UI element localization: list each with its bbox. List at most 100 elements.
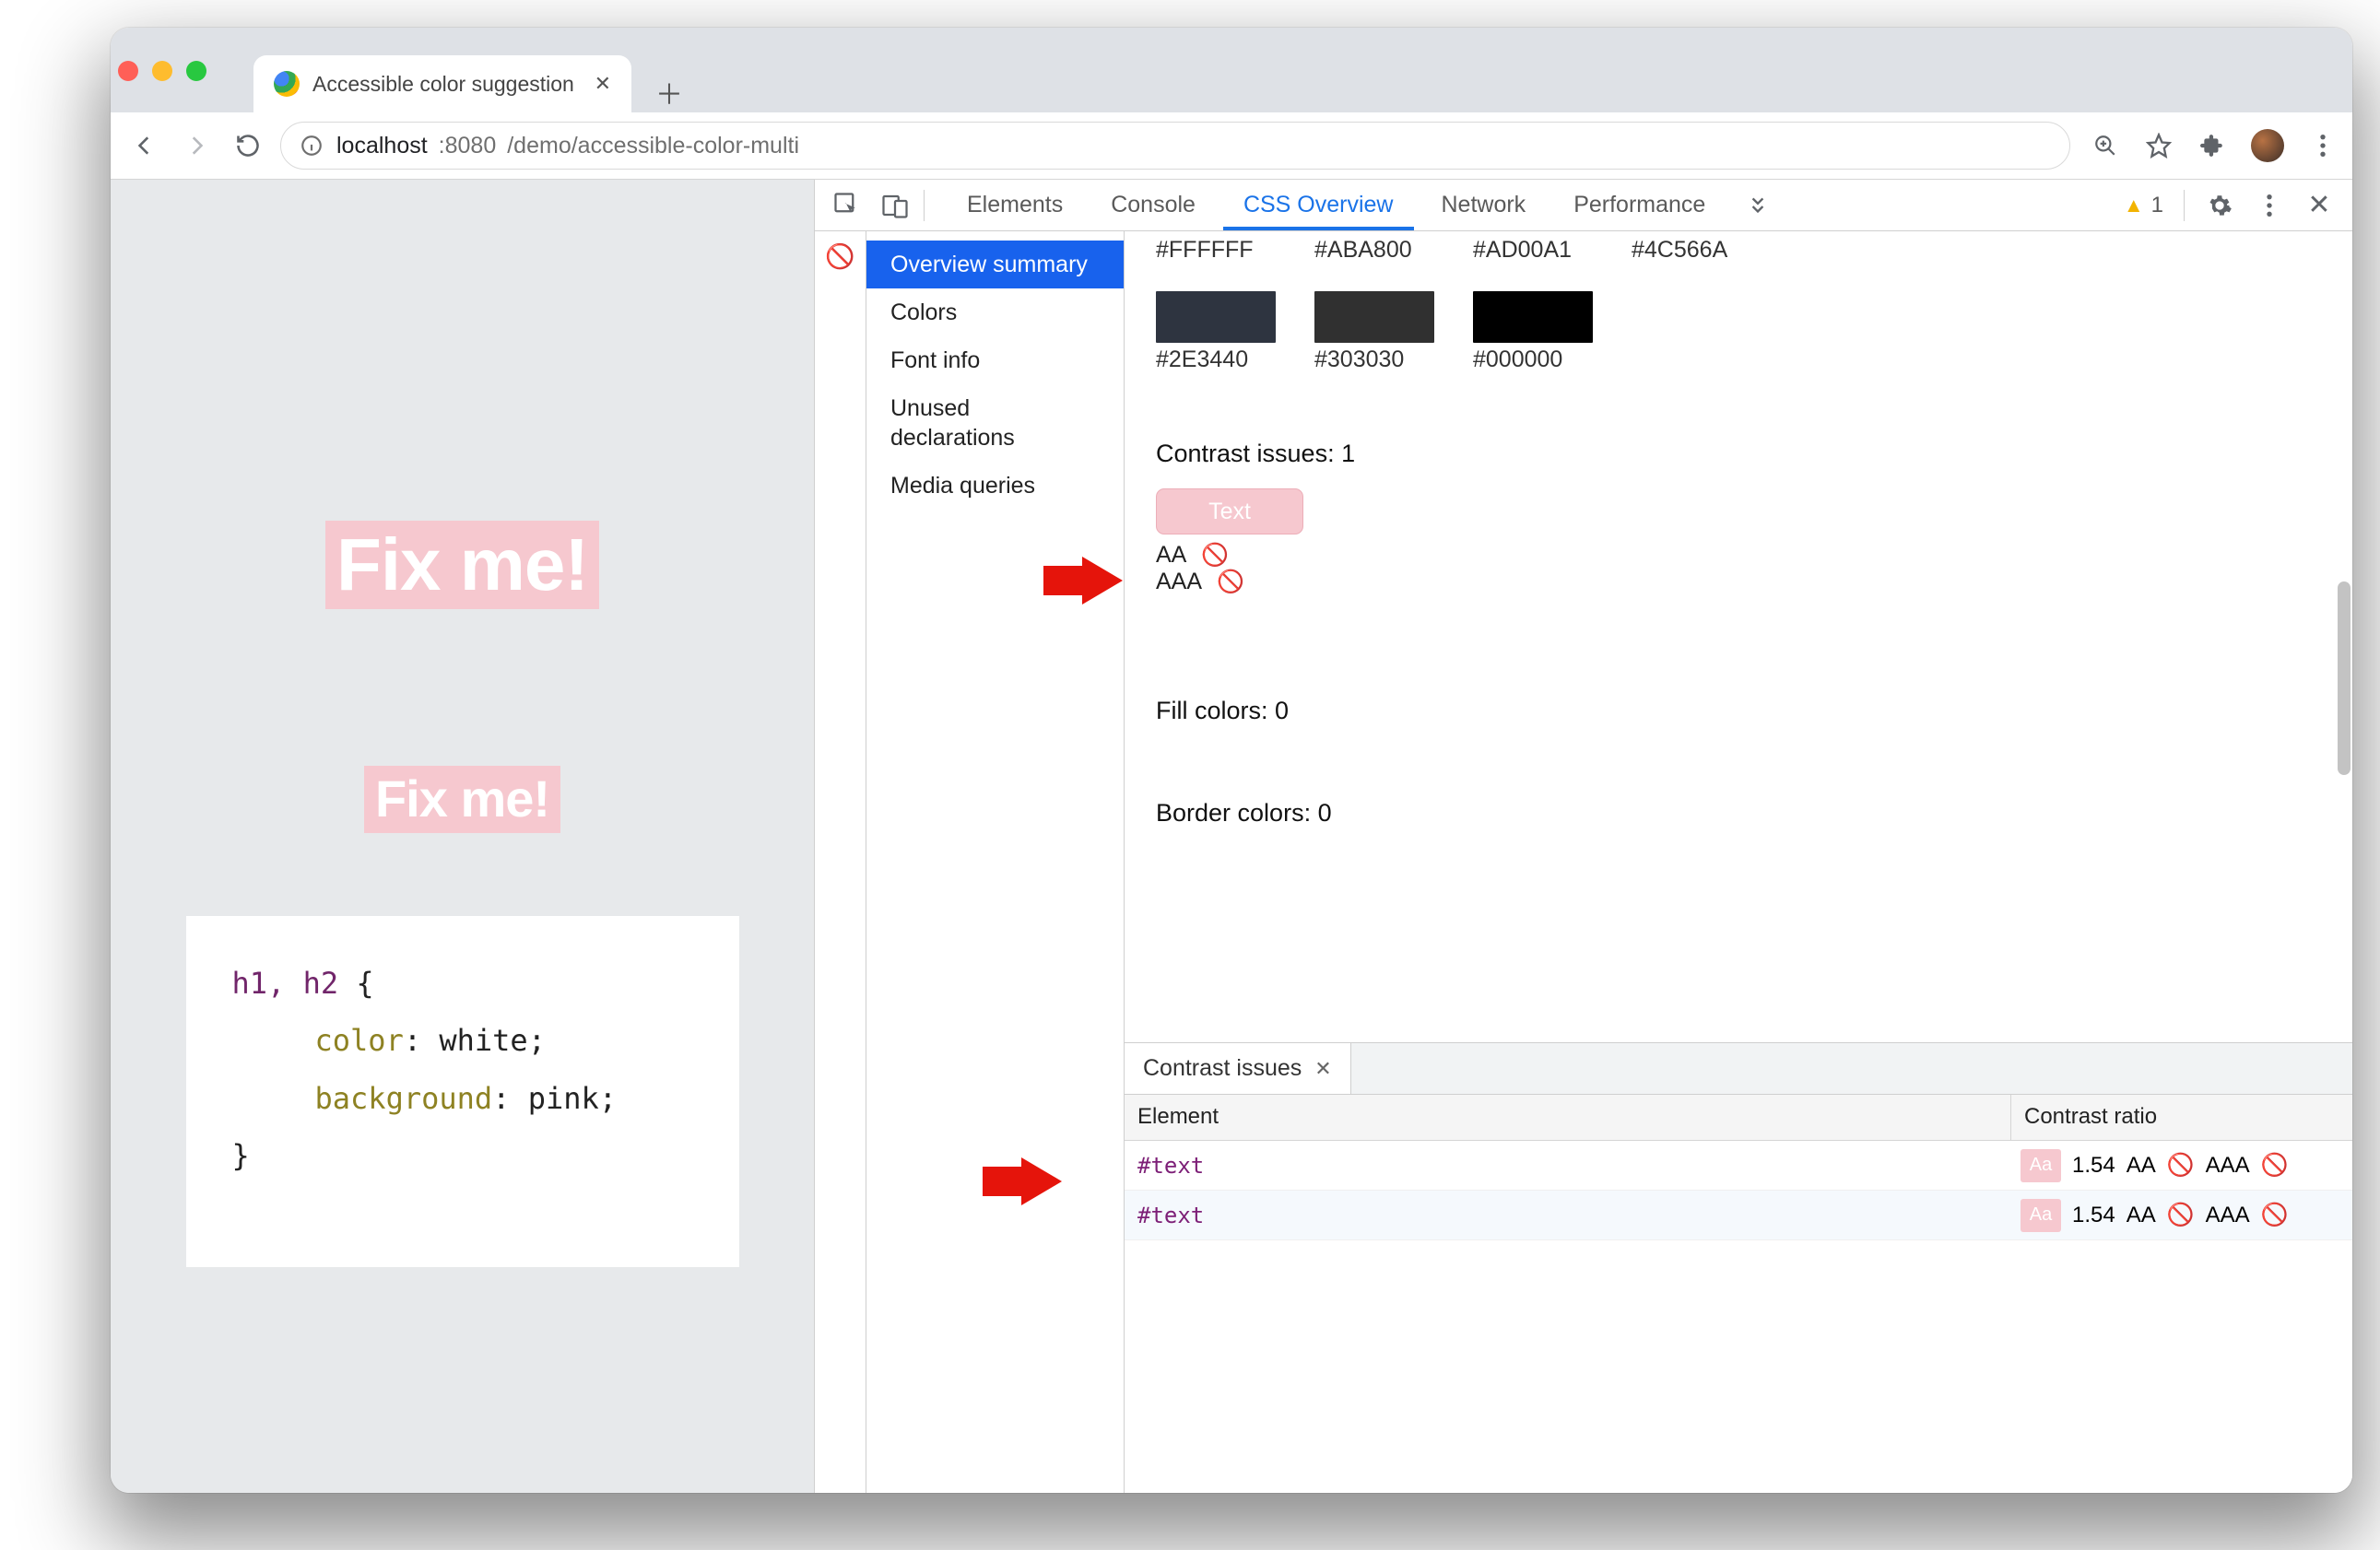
col-contrast-ratio: Contrast ratio bbox=[2011, 1095, 2352, 1140]
swatch-cap-2e3440: #2E3440 bbox=[1156, 346, 1276, 373]
devtools-tabbar: Elements Console CSS Overview Network Pe… bbox=[815, 180, 2352, 231]
cell-ratio: 1.54 bbox=[2072, 1203, 2115, 1228]
inspect-element-icon[interactable] bbox=[828, 186, 866, 225]
reload-button[interactable] bbox=[229, 126, 267, 165]
scrollbar-thumb[interactable] bbox=[2338, 581, 2351, 775]
warning-icon: ▲ bbox=[2124, 194, 2144, 217]
top-swatch-captions: #FFFFFF #ABA800 #AD00A1 #4C566A bbox=[1156, 237, 2321, 264]
issues-counter[interactable]: ▲ 1 bbox=[2124, 193, 2163, 218]
tab-console[interactable]: Console bbox=[1087, 180, 1219, 230]
color-swatch-303030[interactable]: #303030 bbox=[1314, 291, 1434, 373]
window-controls bbox=[111, 28, 206, 81]
no-entry-icon: 🚫 bbox=[2167, 1152, 2195, 1179]
profile-avatar[interactable] bbox=[2251, 129, 2284, 162]
close-devtools-icon[interactable]: ✕ bbox=[2304, 191, 2334, 220]
warn-count: 1 bbox=[2151, 193, 2163, 218]
table-row[interactable]: #text Aa 1.54 AA 🚫 AAA 🚫 bbox=[1125, 1141, 2352, 1191]
drawer-tabbar: Contrast issues ✕ bbox=[1125, 1043, 2352, 1095]
aa-sample-chip: Aa bbox=[2021, 1149, 2061, 1182]
device-toolbar-icon[interactable] bbox=[876, 186, 914, 225]
sidebar-overview-summary[interactable]: Overview summary bbox=[866, 241, 1124, 288]
sidebar-colors[interactable]: Colors bbox=[866, 288, 1124, 336]
code-close-brace: } bbox=[232, 1138, 250, 1173]
more-tabs-icon[interactable] bbox=[1729, 180, 1786, 230]
tab-strip: Accessible color suggestion ✕ ＋ bbox=[253, 55, 683, 112]
fill-colors-heading: Fill colors: 0 bbox=[1156, 697, 2321, 725]
minimize-window-button[interactable] bbox=[152, 61, 172, 81]
bookmark-star-icon[interactable] bbox=[2144, 131, 2174, 160]
site-info-icon[interactable] bbox=[298, 132, 325, 159]
zoom-icon[interactable] bbox=[2091, 131, 2120, 160]
tab-css-overview[interactable]: CSS Overview bbox=[1219, 180, 1418, 230]
cell-ratio: 1.54 bbox=[2072, 1153, 2115, 1179]
sidebar-unused-declarations[interactable]: Unused declarations bbox=[866, 384, 1124, 462]
zoom-window-button[interactable] bbox=[186, 61, 206, 81]
tab-elements[interactable]: Elements bbox=[943, 180, 1087, 230]
toolbar-right bbox=[2083, 129, 2338, 162]
css-overview-sidebar: Overview summary Colors Font info Unused… bbox=[866, 231, 1125, 1493]
page-viewport: Fix me! Fix me! h1, h2 { color: white; b… bbox=[111, 180, 814, 1493]
code-prop-bg: background bbox=[315, 1081, 493, 1116]
aaa-row: AAA 🚫 bbox=[1156, 569, 2321, 595]
tab-close-icon[interactable]: ✕ bbox=[595, 72, 611, 96]
close-window-button[interactable] bbox=[118, 61, 138, 81]
kebab-menu-icon[interactable] bbox=[2255, 191, 2284, 220]
url-path: /demo/accessible-color-multi bbox=[507, 133, 799, 159]
toolbar: localhost:8080/demo/accessible-color-mul… bbox=[111, 112, 2352, 180]
mini-toolbar: 🚫 bbox=[815, 231, 866, 1493]
browser-window: Accessible color suggestion ✕ ＋ lo bbox=[111, 28, 2352, 1493]
demo-h1: Fix me! bbox=[325, 521, 599, 609]
col-element: Element bbox=[1125, 1095, 2011, 1140]
swatch-cap-aba800: #ABA800 bbox=[1314, 237, 1434, 264]
color-swatch-2e3440[interactable]: #2E3440 bbox=[1156, 291, 1276, 373]
drawer-table-body: #text Aa 1.54 AA 🚫 AAA 🚫 bbox=[1125, 1141, 2352, 1240]
code-val-bg: : pink; bbox=[492, 1081, 617, 1116]
demo-h2: Fix me! bbox=[364, 766, 560, 833]
sidebar-media-queries[interactable]: Media queries bbox=[866, 462, 1124, 510]
cell-aa: AA bbox=[2127, 1153, 2156, 1179]
contrast-issue-swatch[interactable]: Text bbox=[1156, 488, 1303, 534]
aa-row: AA 🚫 bbox=[1156, 542, 2321, 569]
sidebar-font-info[interactable]: Font info bbox=[866, 336, 1124, 384]
divider bbox=[2184, 190, 2185, 221]
swatch-cap-4c566a: #4C566A bbox=[1632, 237, 1751, 264]
cell-aaa: AAA bbox=[2206, 1153, 2250, 1179]
arrow-annotation-icon bbox=[1082, 557, 1123, 605]
url-host: localhost bbox=[336, 133, 428, 159]
tab-network[interactable]: Network bbox=[1418, 180, 1550, 230]
no-entry-icon: 🚫 bbox=[2261, 1202, 2289, 1228]
code-selector: h1, h2 bbox=[232, 966, 339, 1001]
back-button[interactable] bbox=[125, 126, 164, 165]
forward-button[interactable] bbox=[177, 126, 216, 165]
new-tab-button[interactable]: ＋ bbox=[655, 72, 683, 112]
menu-icon[interactable] bbox=[2308, 131, 2338, 160]
drawer-tab-label: Contrast issues bbox=[1143, 1055, 1302, 1082]
drawer-panel: Contrast issues ✕ Element Contrast ratio… bbox=[1125, 1042, 2352, 1493]
drawer-tab-contrast-issues[interactable]: Contrast issues ✕ bbox=[1125, 1043, 1351, 1094]
swatch-cap-000000: #000000 bbox=[1473, 346, 1593, 373]
devtools-body: 🚫 Overview summary Colors Font info Unus… bbox=[815, 231, 2352, 1493]
browser-tab[interactable]: Accessible color suggestion ✕ bbox=[253, 55, 631, 112]
code-open-brace: { bbox=[338, 966, 374, 1001]
color-swatch-000000[interactable]: #000000 bbox=[1473, 291, 1593, 373]
address-bar[interactable]: localhost:8080/demo/accessible-color-mul… bbox=[280, 122, 2070, 170]
cell-element: #text bbox=[1125, 1203, 2011, 1228]
cell-aa: AA bbox=[2127, 1203, 2156, 1228]
clear-icon[interactable]: 🚫 bbox=[825, 242, 854, 271]
divider bbox=[924, 190, 925, 221]
table-row[interactable]: #text Aa 1.54 AA 🚫 AAA 🚫 bbox=[1125, 1191, 2352, 1240]
swatch-cap-303030: #303030 bbox=[1314, 346, 1434, 373]
border-colors-heading: Border colors: 0 bbox=[1156, 799, 2321, 828]
tab-performance[interactable]: Performance bbox=[1549, 180, 1729, 230]
drawer-tab-close-icon[interactable]: ✕ bbox=[1314, 1057, 1331, 1081]
code-val-color: : white; bbox=[404, 1023, 546, 1058]
settings-gear-icon[interactable] bbox=[2205, 191, 2234, 220]
cell-aaa: AAA bbox=[2206, 1203, 2250, 1228]
no-entry-icon: 🚫 bbox=[2167, 1202, 2195, 1228]
extensions-icon[interactable] bbox=[2197, 131, 2227, 160]
swatch-cap-ad00a1: #AD00A1 bbox=[1473, 237, 1593, 264]
devtools-panel: Elements Console CSS Overview Network Pe… bbox=[814, 180, 2352, 1493]
code-sample: h1, h2 { color: white; background: pink;… bbox=[186, 916, 739, 1268]
cell-element: #text bbox=[1125, 1153, 2011, 1179]
contrast-issues-heading: Contrast issues: 1 bbox=[1156, 440, 2321, 468]
